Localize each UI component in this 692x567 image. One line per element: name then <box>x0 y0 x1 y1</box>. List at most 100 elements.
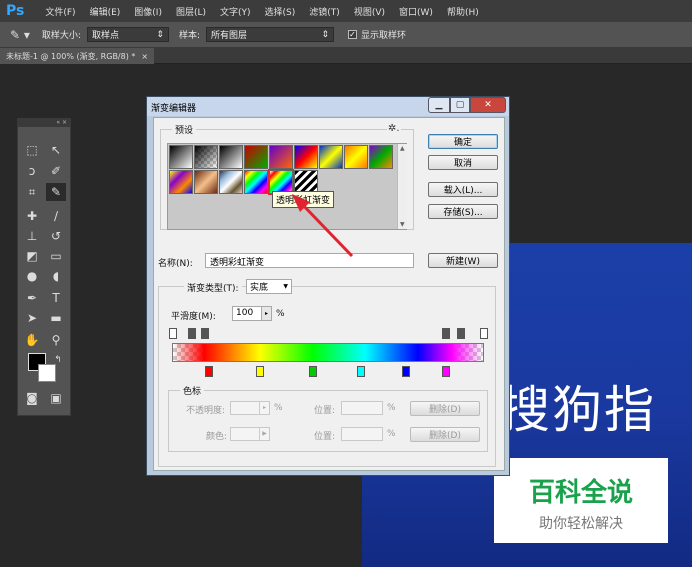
opacity-stop[interactable] <box>442 328 450 339</box>
close-icon[interactable]: ✕ <box>470 97 506 113</box>
smoothness-field[interactable]: 100 ▸ <box>232 306 272 321</box>
screen-mode-icon[interactable]: ▣ <box>46 389 66 407</box>
preset-violet-orange[interactable] <box>269 145 293 169</box>
move-icon[interactable]: ↖ <box>46 141 66 159</box>
menu-image[interactable]: 图像(I) <box>127 5 169 18</box>
history-brush-icon[interactable]: ↺ <box>46 227 66 245</box>
gradient-icon[interactable]: ▭ <box>46 247 66 265</box>
opacity-stop[interactable] <box>457 328 465 339</box>
preset-fg-to-transparent[interactable] <box>194 145 218 169</box>
opacity-stop[interactable] <box>188 328 196 339</box>
tools-panel-header: « × <box>18 119 70 127</box>
swap-colors-icon[interactable]: ↰ <box>48 351 68 369</box>
dodge-icon[interactable]: ◖ <box>46 267 66 285</box>
gradient-type-label: 渐变类型(T): <box>184 281 242 294</box>
lasso-icon[interactable]: ↄ <box>22 162 42 180</box>
color-stop[interactable] <box>402 366 410 377</box>
show-ring-checkbox[interactable]: ✓ <box>348 30 357 39</box>
gradient-type-select[interactable]: 实底 ▼ <box>246 279 292 294</box>
smoothness-value: 100 <box>236 308 254 318</box>
menu-filter[interactable]: 滤镜(T) <box>302 5 347 18</box>
color-stops-group <box>168 390 488 452</box>
document-tab[interactable]: 未标题-1 @ 100% (渐变, RGB/8) * × <box>0 48 155 64</box>
delete-color-stop-button: 删除(D) <box>410 427 480 442</box>
presets-scrollbar[interactable]: ▲ ▼ <box>397 144 407 229</box>
preset-black-white[interactable] <box>219 145 243 169</box>
stop-color-location-unit: % <box>387 429 396 439</box>
crop-icon[interactable]: ⌗ <box>22 183 42 201</box>
close-tab-icon[interactable]: × <box>141 52 148 61</box>
stop-opacity-label: 不透明度: <box>186 406 226 416</box>
color-stop[interactable] <box>256 366 264 377</box>
color-stop[interactable] <box>357 366 365 377</box>
preset-violet-green-orange[interactable] <box>369 145 393 169</box>
healing-brush-icon[interactable]: ✚ <box>22 207 42 225</box>
blur-icon[interactable]: ● <box>22 267 42 285</box>
menu-view[interactable]: 视图(V) <box>347 5 392 18</box>
color-stops-label: 色标 <box>180 384 205 397</box>
scroll-up-icon[interactable]: ▲ <box>400 145 405 152</box>
cancel-button[interactable]: 取消 <box>428 155 498 170</box>
menu-edit[interactable]: 编辑(E) <box>83 5 128 18</box>
opacity-stop[interactable] <box>480 328 488 339</box>
show-ring-label: 显示取样环 <box>361 31 407 41</box>
opacity-stop[interactable] <box>169 328 177 339</box>
preset-red-green[interactable] <box>244 145 268 169</box>
brush-icon[interactable]: ∕ <box>46 207 66 225</box>
preset-blue-yellow-blue[interactable] <box>319 145 343 169</box>
sample-value: 所有图层 <box>211 31 248 41</box>
color-stop[interactable] <box>205 366 213 377</box>
color-stop[interactable] <box>309 366 317 377</box>
menu-layer[interactable]: 图层(L) <box>169 5 213 18</box>
quick-select-icon[interactable]: ✐ <box>46 162 66 180</box>
color-stop[interactable] <box>442 366 450 377</box>
quick-mask-icon[interactable]: ◙ <box>22 389 42 407</box>
path-select-icon[interactable]: ➤ <box>22 309 42 327</box>
smoothness-unit: % <box>276 309 285 319</box>
menu-file[interactable]: 文件(F) <box>38 5 82 18</box>
opacity-stop[interactable] <box>201 328 209 339</box>
stop-opacity-unit: % <box>274 403 283 413</box>
maximize-icon[interactable]: ▢ <box>450 97 470 113</box>
preset-yellow-violet-orange-blue[interactable] <box>169 170 193 194</box>
rectangle-shape-icon[interactable]: ▬ <box>46 309 66 327</box>
annotation-arrow-icon <box>292 194 354 258</box>
eyedropper-tool-preset-icon[interactable]: ✎ ▾ <box>10 28 30 42</box>
preset-orange-yellow-orange[interactable] <box>344 145 368 169</box>
marquee-icon[interactable]: ⬚ <box>22 141 42 159</box>
type-icon[interactable]: T <box>46 289 66 307</box>
load-button[interactable]: 载入(L)... <box>428 182 498 197</box>
scroll-down-icon[interactable]: ▼ <box>400 221 405 228</box>
tools-panel: « × ⬚ ↖ ↄ ✐ ⌗ ✎ ✚ ∕ ⊥ ↺ ◩ ▭ ● ◖ ✒ T ➤ ▬ … <box>17 118 71 416</box>
zoom-icon[interactable]: ⚲ <box>46 331 66 349</box>
preset-spectrum[interactable] <box>244 170 268 194</box>
eyedropper-icon[interactable]: ✎ <box>46 183 66 201</box>
updown-icon: ⇕ <box>321 29 329 40</box>
minimize-icon[interactable]: ▁ <box>428 97 450 113</box>
menu-help[interactable]: 帮助(H) <box>440 5 486 18</box>
save-button[interactable]: 存储(S)... <box>428 204 498 219</box>
hand-icon[interactable]: ✋ <box>22 331 42 349</box>
stop-location-label: 位置: <box>314 406 336 416</box>
new-button[interactable]: 新建(W) <box>428 253 498 268</box>
menu-type[interactable]: 文字(Y) <box>213 5 258 18</box>
document-tab-bar: 未标题-1 @ 100% (渐变, RGB/8) * × <box>0 48 692 64</box>
pen-icon[interactable]: ✒ <box>22 289 42 307</box>
presets-gear-icon[interactable]: ✲. <box>387 123 401 134</box>
gradient-preview-bar[interactable] <box>172 343 484 362</box>
gradient-editor-dialog: 渐变编辑器 ▁ ▢ ✕ 预设 ✲. ▲ ▼ 确定 取消 载入(L)... 存储(… <box>146 96 510 476</box>
preset-blue-red-yellow[interactable] <box>294 145 318 169</box>
preset-chrome[interactable] <box>219 170 243 194</box>
ok-button[interactable]: 确定 <box>428 134 498 149</box>
preset-copper[interactable] <box>194 170 218 194</box>
sample-select[interactable]: 所有图层 ⇕ <box>206 27 334 42</box>
stamp-icon[interactable]: ⊥ <box>22 227 42 245</box>
menu-select[interactable]: 选择(S) <box>258 5 303 18</box>
sample-size-select[interactable]: 取样点 ⇕ <box>86 27 169 42</box>
updown-icon: ⇕ <box>156 29 164 40</box>
eraser-icon[interactable]: ◩ <box>22 247 42 265</box>
smoothness-stepper-icon[interactable]: ▸ <box>261 307 271 320</box>
preset-fg-to-bg[interactable] <box>169 145 193 169</box>
dialog-titlebar[interactable]: 渐变编辑器 ▁ ▢ ✕ <box>147 97 509 116</box>
menu-window[interactable]: 窗口(W) <box>392 5 440 18</box>
